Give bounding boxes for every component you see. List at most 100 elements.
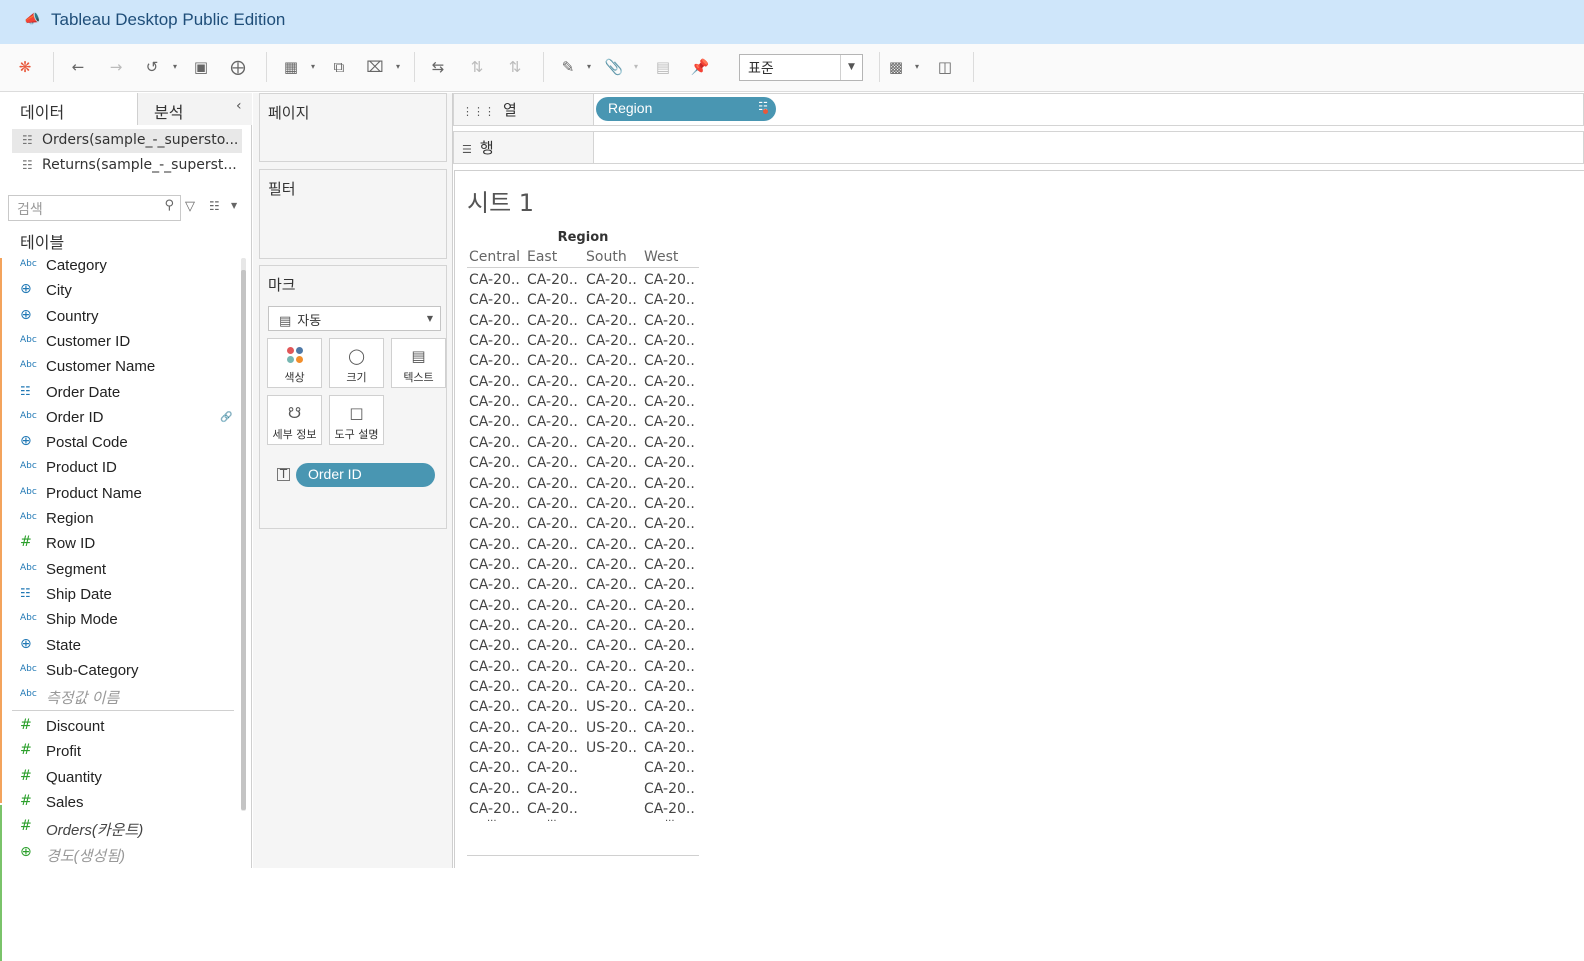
rows-shelf[interactable]: ☰ 행	[453, 131, 1584, 164]
table-cell[interactable]: CA-20..	[469, 435, 520, 451]
table-cell[interactable]: CA-20..	[469, 313, 520, 329]
table-cell[interactable]: CA-20..	[527, 313, 578, 329]
table-cell[interactable]: CA-20..	[527, 394, 578, 410]
table-cell[interactable]: CA-20..	[527, 679, 578, 695]
swap-rows-columns-icon[interactable]: ⇆	[427, 56, 449, 78]
worksheet-canvas[interactable]: 시트 1 Region Central East South West CA-20..…	[454, 170, 1584, 868]
table-cell[interactable]: US-20..	[586, 740, 637, 756]
table-cell[interactable]: CA-20..	[527, 435, 578, 451]
table-cell[interactable]: CA-20..	[469, 679, 520, 695]
field-item[interactable]: Abc Region	[0, 508, 236, 533]
highlight-dropdown-icon[interactable]: ▾	[587, 58, 595, 76]
sort-descending-icon[interactable]: ⇅	[504, 56, 526, 78]
chevron-down-icon[interactable]: ▼	[231, 201, 237, 210]
table-cell[interactable]: CA-20..	[469, 699, 520, 715]
table-cell[interactable]: CA-20..	[644, 374, 695, 390]
table-cell[interactable]: CA-20..	[586, 496, 637, 512]
table-cell[interactable]: CA-20..	[527, 516, 578, 532]
table-cell[interactable]: CA-20..	[644, 537, 695, 553]
field-item[interactable]: Abc Product Name	[0, 483, 236, 508]
field-item[interactable]: Abc Customer Name	[0, 356, 236, 381]
scrollbar-thumb[interactable]	[241, 270, 246, 810]
table-cell[interactable]: CA-20..	[527, 577, 578, 593]
columns-pill-region[interactable]: Region ☷	[596, 97, 776, 121]
show-cards-icon[interactable]: ▩	[885, 56, 907, 78]
field-item[interactable]: # Profit	[0, 741, 236, 766]
group-dropdown-icon[interactable]: ▾	[634, 58, 642, 76]
table-cell[interactable]: CA-20..	[527, 740, 578, 756]
field-item[interactable]: Abc 측정값 이름	[0, 685, 236, 710]
table-cell[interactable]: CA-20..	[644, 740, 695, 756]
table-cell[interactable]: CA-20..	[469, 577, 520, 593]
size-button[interactable]: ◯ 크기	[329, 338, 384, 388]
table-cell[interactable]: CA-20..	[644, 598, 695, 614]
table-cell[interactable]: CA-20..	[469, 537, 520, 553]
table-cell[interactable]: CA-20..	[644, 476, 695, 492]
table-cell[interactable]: CA-20..	[527, 455, 578, 471]
table-cell[interactable]: CA-20..	[644, 781, 695, 797]
table-cell[interactable]: CA-20..	[586, 476, 637, 492]
clear-sheet-dropdown-icon[interactable]: ▾	[396, 58, 404, 76]
field-list-scrollbar[interactable]	[241, 258, 246, 811]
table-cell[interactable]: US-20..	[586, 720, 637, 736]
table-cell[interactable]: CA-20..	[586, 618, 637, 634]
table-cell[interactable]: CA-20..	[586, 679, 637, 695]
table-cell[interactable]: CA-20..	[469, 598, 520, 614]
table-cell[interactable]: CA-20..	[586, 394, 637, 410]
field-item[interactable]: ⊕ State	[0, 635, 236, 660]
table-cell[interactable]: CA-20..	[644, 414, 695, 430]
field-item[interactable]: Abc Sub-Category	[0, 660, 236, 685]
field-item[interactable]: Abc Ship Mode	[0, 609, 236, 634]
field-item[interactable]: ⊕ Postal Code	[0, 432, 236, 457]
table-cell[interactable]: US-20..	[586, 699, 637, 715]
table-cell[interactable]: CA-20..	[644, 720, 695, 736]
new-datasource-icon[interactable]: ⨁	[227, 56, 249, 78]
tab-data[interactable]: 데이터	[0, 93, 138, 125]
table-cell[interactable]: CA-20..	[469, 476, 520, 492]
table-cell[interactable]: CA-20..	[469, 516, 520, 532]
table-cell[interactable]: CA-20..	[469, 272, 520, 288]
table-cell[interactable]: CA-20..	[527, 374, 578, 390]
color-button[interactable]: 색상	[267, 338, 322, 388]
table-cell[interactable]: CA-20..	[644, 618, 695, 634]
field-item[interactable]: Abc Segment	[0, 559, 236, 584]
table-cell[interactable]: CA-20..	[586, 598, 637, 614]
table-cell[interactable]: CA-20..	[527, 618, 578, 634]
table-cell[interactable]: CA-20..	[586, 313, 637, 329]
search-input[interactable]: 검색 ⚲	[8, 195, 181, 221]
sort-ascending-icon[interactable]: ⇅	[466, 56, 488, 78]
column-header[interactable]: East	[527, 249, 557, 265]
save-icon[interactable]: ▣	[190, 56, 212, 78]
table-cell[interactable]: CA-20..	[527, 496, 578, 512]
filter-icon[interactable]: ▽	[185, 199, 195, 214]
field-item[interactable]: # Orders(카운트)	[0, 817, 236, 842]
table-cell[interactable]: CA-20..	[527, 781, 578, 797]
collapse-pane-icon[interactable]: ‹	[236, 98, 242, 114]
table-cell[interactable]: CA-20..	[527, 353, 578, 369]
table-cell[interactable]: CA-20..	[527, 720, 578, 736]
table-cell[interactable]: CA-20..	[644, 577, 695, 593]
table-cell[interactable]: CA-20..	[469, 292, 520, 308]
field-item[interactable]: ⊕ City	[0, 280, 236, 305]
table-cell[interactable]: CA-20..	[644, 516, 695, 532]
table-cell[interactable]: CA-20..	[469, 374, 520, 390]
table-cell[interactable]: CA-20..	[644, 760, 695, 776]
column-header[interactable]: Central	[469, 249, 520, 265]
table-cell[interactable]: CA-20..	[644, 496, 695, 512]
table-cell[interactable]: CA-20..	[586, 374, 637, 390]
table-cell[interactable]: CA-20..	[586, 516, 637, 532]
table-cell[interactable]: CA-20..	[644, 659, 695, 675]
table-cell[interactable]: CA-20..	[527, 292, 578, 308]
table-cell[interactable]: CA-20..	[469, 455, 520, 471]
clear-sheet-icon[interactable]: ⌧	[364, 56, 386, 78]
column-header[interactable]: South	[586, 249, 627, 265]
field-item[interactable]: # Sales	[0, 792, 236, 817]
duplicate-sheet-icon[interactable]: ⧉	[328, 56, 350, 78]
field-item[interactable]: Abc Category	[0, 255, 236, 280]
table-cell[interactable]: CA-20..	[527, 557, 578, 573]
table-cell[interactable]: CA-20..	[586, 333, 637, 349]
table-cell[interactable]: CA-20..	[586, 659, 637, 675]
field-item[interactable]: # Quantity	[0, 767, 236, 792]
table-cell[interactable]: CA-20..	[527, 760, 578, 776]
sheet-title[interactable]: 시트 1	[467, 183, 534, 218]
